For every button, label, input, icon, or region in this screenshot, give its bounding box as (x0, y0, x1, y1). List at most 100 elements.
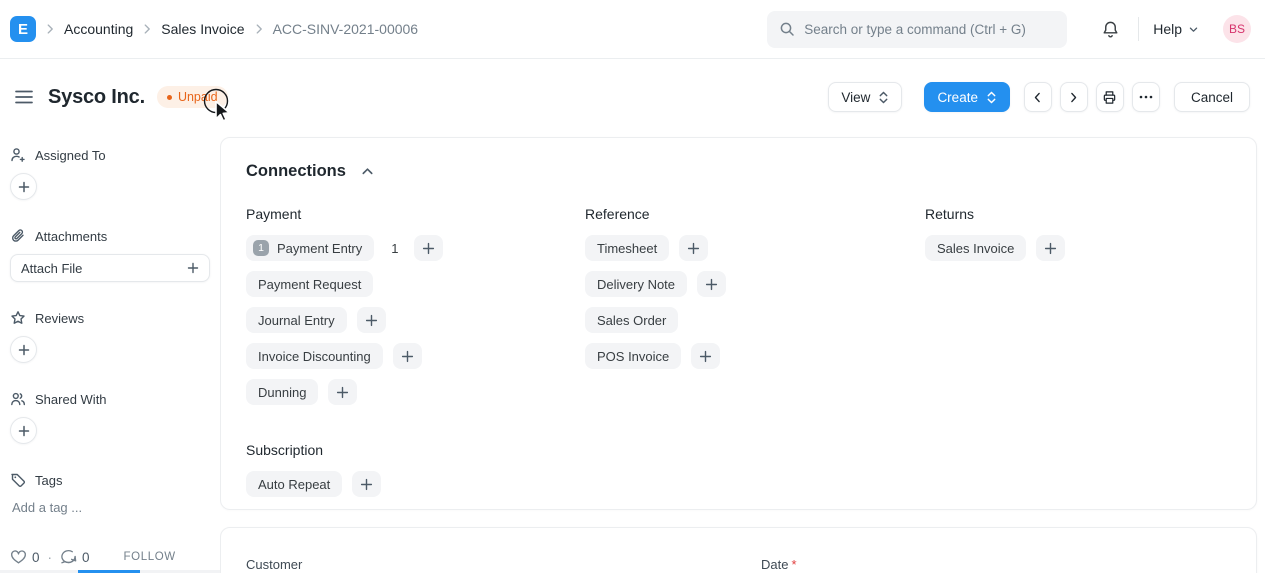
user-plus-icon (10, 147, 26, 163)
payment-column: Payment 1 Payment Entry 1 Payment Reques… (246, 206, 585, 415)
connection-row: Sales Invoice (925, 235, 1231, 261)
connection-row: Dunning (246, 379, 585, 405)
search-placeholder: Search or type a command (Ctrl + G) (804, 21, 1026, 37)
journal-entry-link[interactable]: Journal Entry (246, 307, 347, 333)
previous-document-button[interactable] (1023, 82, 1052, 112)
add-timesheet-button[interactable] (679, 235, 709, 261)
follow-button[interactable]: FOLLOW (124, 551, 176, 563)
tag-icon (10, 472, 26, 488)
shared-with-section: Shared With (10, 391, 210, 444)
invoice-discounting-link[interactable]: Invoice Discounting (246, 343, 383, 369)
pos-invoice-link[interactable]: POS Invoice (585, 343, 682, 369)
create-menu-button[interactable]: Create (924, 82, 1010, 112)
top-navbar: E Accounting Sales Invoice ACC-SINV-2021… (0, 0, 1265, 59)
add-delivery-note-button[interactable] (697, 271, 727, 297)
bell-icon (1101, 20, 1120, 39)
plus-icon (699, 350, 712, 363)
connection-row: Payment Request (246, 271, 585, 297)
heart-icon (10, 549, 27, 565)
app-logo[interactable]: E (10, 16, 36, 42)
add-payment-entry-button[interactable] (413, 235, 443, 261)
help-label: Help (1153, 21, 1182, 37)
add-pos-invoice-button[interactable] (691, 343, 721, 369)
like-button[interactable] (10, 549, 27, 565)
next-document-button[interactable] (1059, 82, 1088, 112)
chevron-right-icon (1067, 91, 1080, 104)
paperclip-icon (10, 228, 26, 244)
customer-field-group: Customer (246, 556, 761, 573)
comment-icon (60, 549, 77, 565)
comments-button[interactable] (60, 549, 77, 565)
sales-invoice-return-link[interactable]: Sales Invoice (925, 235, 1027, 261)
date-field-label: Date * (761, 557, 797, 572)
likes-count: 0 (32, 549, 40, 565)
shared-with-label: Shared With (35, 391, 107, 407)
add-invoice-discounting-button[interactable] (392, 343, 422, 369)
view-label: View (841, 89, 871, 105)
delivery-note-link[interactable]: Delivery Note (585, 271, 688, 297)
ellipsis-icon (1139, 95, 1153, 99)
auto-repeat-link[interactable]: Auto Repeat (246, 471, 343, 497)
page-title: Sysco Inc. (48, 85, 145, 108)
plus-icon (687, 242, 700, 255)
breadcrumb-document-id: ACC-SINV-2021-00006 (272, 21, 419, 37)
navbar-divider (1138, 17, 1140, 41)
page-actions: View Create Cancel (828, 82, 1250, 112)
connection-row: Sales Order (585, 307, 925, 333)
form-body: Connections Payment 1 Payment Entry 1 Pa… (220, 135, 1265, 573)
sidebar-toggle-button[interactable] (10, 85, 38, 109)
returns-column: Returns Sales Invoice (925, 206, 1231, 415)
notifications-button[interactable] (1097, 16, 1124, 43)
status-dot-icon (166, 94, 172, 100)
attach-file-label: Attach File (21, 260, 83, 276)
star-icon (10, 310, 26, 326)
view-menu-button[interactable]: View (828, 82, 903, 112)
attach-file-button[interactable]: Attach File (10, 254, 210, 282)
collapse-section-button[interactable] (358, 162, 377, 181)
breadcrumb-chevron-icon (43, 22, 57, 36)
avatar-initials: BS (1228, 22, 1245, 36)
tags-section: Tags Add a tag ... (10, 472, 210, 515)
connection-row: POS Invoice (585, 343, 925, 369)
add-share-button[interactable] (10, 417, 37, 444)
attachments-section: Attachments Attach File (10, 228, 210, 282)
add-review-button[interactable] (10, 336, 37, 363)
search-icon (779, 21, 795, 37)
help-menu-button[interactable]: Help (1153, 21, 1199, 37)
connection-row: Invoice Discounting (246, 343, 585, 369)
add-journal-entry-button[interactable] (356, 307, 386, 333)
add-dunning-button[interactable] (328, 379, 358, 405)
app-logo-letter: E (17, 20, 28, 38)
status-label: Unpaid (177, 90, 218, 104)
more-options-button[interactable] (1131, 82, 1160, 112)
connection-row: Delivery Note (585, 271, 925, 297)
cancel-button[interactable]: Cancel (1173, 82, 1250, 112)
reviews-label: Reviews (35, 310, 85, 326)
add-tag-input[interactable]: Add a tag ... (12, 500, 210, 515)
payment-request-link[interactable]: Payment Request (246, 271, 374, 297)
plus-icon (336, 386, 349, 399)
user-avatar[interactable]: BS (1223, 15, 1251, 43)
date-field-group: Date * (761, 556, 797, 573)
timesheet-link[interactable]: Timesheet (585, 235, 670, 261)
cancel-label: Cancel (1190, 89, 1233, 105)
breadcrumb-chevron-icon (140, 22, 154, 36)
tags-label: Tags (35, 472, 63, 488)
add-sales-invoice-return-button[interactable] (1036, 235, 1066, 261)
plus-icon (401, 350, 414, 363)
assigned-to-label: Assigned To (35, 147, 106, 163)
add-auto-repeat-button[interactable] (352, 471, 382, 497)
dunning-link[interactable]: Dunning (246, 379, 319, 405)
count-badge: 1 (253, 240, 269, 256)
sales-order-link[interactable]: Sales Order (585, 307, 679, 333)
payment-entry-link[interactable]: 1 Payment Entry (246, 235, 375, 261)
chevron-up-icon (360, 164, 375, 179)
global-search-input[interactable]: Search or type a command (Ctrl + G) (767, 10, 1068, 48)
add-assignment-button[interactable] (10, 173, 37, 200)
subscription-title: Subscription (246, 442, 324, 458)
breadcrumb-accounting[interactable]: Accounting (64, 21, 133, 37)
plus-icon (18, 181, 30, 193)
payment-entry-count: 1 (391, 240, 399, 256)
print-button[interactable] (1095, 82, 1124, 112)
breadcrumb-sales-invoice[interactable]: Sales Invoice (161, 21, 244, 37)
